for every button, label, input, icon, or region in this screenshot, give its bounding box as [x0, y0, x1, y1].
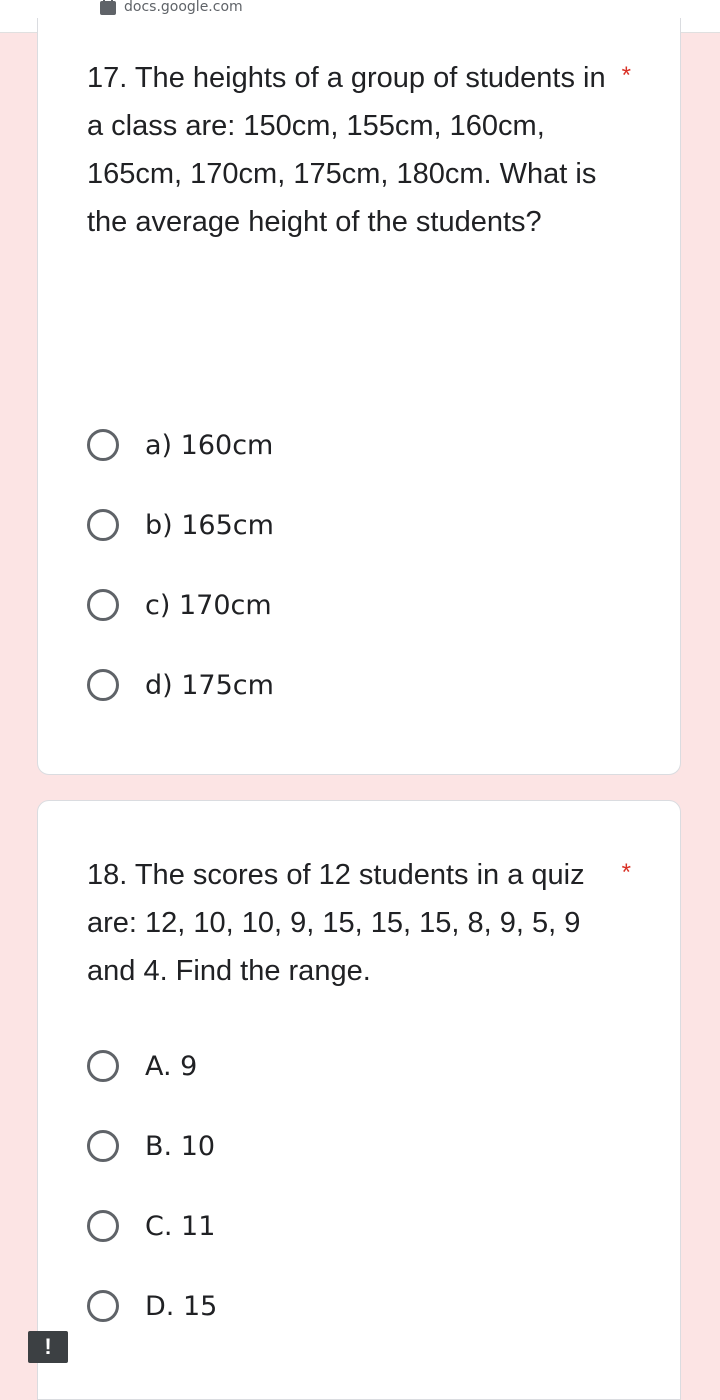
option-label: C. 11 — [145, 1210, 216, 1242]
radio-button[interactable] — [87, 669, 119, 701]
option-a[interactable]: A. 9 — [87, 1046, 197, 1086]
radio-button[interactable] — [87, 429, 119, 461]
option-c[interactable]: C. 11 — [87, 1206, 215, 1246]
option-label: B. 10 — [145, 1130, 216, 1162]
option-label: d) 175cm — [145, 669, 274, 701]
radio-button[interactable] — [87, 589, 119, 621]
option-b[interactable]: b) 165cm — [87, 505, 274, 545]
radio-button[interactable] — [87, 509, 119, 541]
option-label: D. 15 — [145, 1290, 218, 1322]
question-card-18: 18. The scores of 12 students in a quiz … — [37, 800, 681, 1400]
radio-button[interactable] — [87, 1130, 119, 1162]
radio-button[interactable] — [87, 1210, 119, 1242]
lock-icon — [100, 0, 116, 15]
option-c[interactable]: c) 170cm — [87, 585, 272, 625]
question-card-17: 17. The heights of a group of students i… — [37, 18, 681, 775]
feedback-button[interactable]: ! — [28, 1331, 68, 1363]
option-label: A. 9 — [145, 1050, 198, 1082]
option-label: c) 170cm — [145, 589, 272, 621]
question-text: 17. The heights of a group of students i… — [87, 62, 606, 238]
radio-button[interactable] — [87, 1050, 119, 1082]
required-asterisk: * — [621, 62, 631, 89]
option-b[interactable]: B. 10 — [87, 1126, 215, 1166]
question-text: 18. The scores of 12 students in a quiz … — [87, 859, 585, 987]
radio-button[interactable] — [87, 1290, 119, 1322]
required-asterisk: * — [621, 859, 631, 886]
option-d[interactable]: D. 15 — [87, 1286, 217, 1326]
url-text: docs.google.com — [124, 0, 243, 15]
option-a[interactable]: a) 160cm — [87, 425, 273, 465]
option-label: b) 165cm — [145, 509, 274, 541]
option-label: a) 160cm — [145, 429, 274, 461]
option-d[interactable]: d) 175cm — [87, 665, 274, 705]
